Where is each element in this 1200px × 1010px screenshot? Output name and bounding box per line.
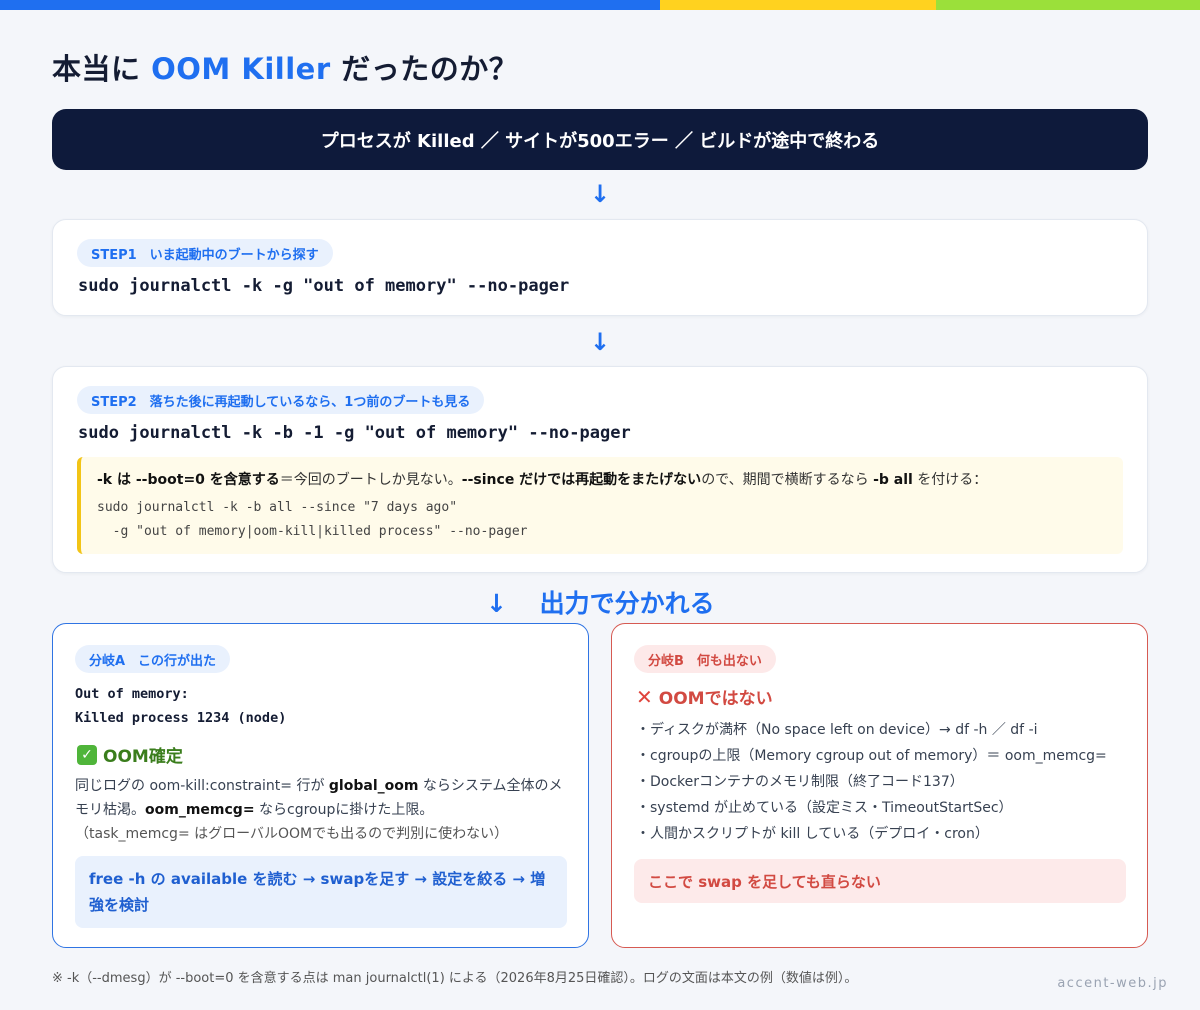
split-arrow: ↓ [486, 589, 507, 618]
step2-label: STEP2 落ちた後に再起動しているなら、1つ前のブートも見る [77, 386, 485, 414]
cause-item: ・人間かスクリプトが kill している（デプロイ・cron） [636, 826, 989, 842]
symptom-text: プロセスが Killed ／ サイトが500エラー ／ ビルドが途中で終わる [320, 130, 880, 152]
page-title: 本当に OOM Killer だったのか？ [52, 46, 518, 88]
title-accent: OOM Killer [151, 52, 331, 86]
boot-note: -k は --boot=0 を含意する＝今回のブートしか見ない。--since … [77, 457, 1123, 554]
cause-item: ・Dockerコンテナのメモリ制限（終了コード137） [636, 774, 964, 790]
cause-item: ・cgroupの上限（Memory cgroup out of memory）＝… [636, 748, 1107, 764]
footnote: ※ -k（--dmesg）が --boot=0 を含意する点は man jour… [52, 971, 858, 986]
step1-card: STEP1 いま起動中のブートから探す sudo journalctl -k -… [52, 219, 1148, 316]
flow-arrow-1: ↓ [590, 180, 611, 208]
cause-list: ・ディスクが満杯（No space left on device）→ df -h… [636, 717, 1107, 847]
brand-watermark: accent-web.jp [1057, 976, 1168, 991]
flow-arrow-2: ↓ [590, 328, 611, 356]
branch-a-heading: ✓ OOM確定 [77, 742, 183, 767]
branch-b-label: 分岐B 何も出ない [634, 645, 776, 673]
branch-a-output-line1: Out of memory: [75, 686, 189, 702]
top-bar-green [936, 0, 1200, 10]
note-code-line1: sudo journalctl -k -b all --since "7 day… [97, 500, 458, 515]
title-suffix: だったのか？ [330, 52, 519, 86]
step1-command: sudo journalctl -k -g "out of memory" --… [78, 276, 570, 296]
step1-label: STEP1 いま起動中のブートから探す [77, 239, 333, 267]
branch-a-action: free -h の available を読む → swapを足す → 設定を絞… [75, 856, 567, 928]
cause-item: ・systemd が止めている（設定ミス・TimeoutStartSec） [636, 800, 1013, 816]
branch-a-card: 分岐A この行が出た Out of memory: Killed process… [52, 623, 589, 948]
title-prefix: 本当に [52, 52, 152, 86]
branch-b-card: 分岐B 何も出ない ✕ OOMではない ・ディスクが満杯（No space le… [611, 623, 1148, 948]
check-icon: ✓ [77, 744, 97, 765]
split-heading: ↓ 出力で分かれる [486, 584, 715, 620]
branch-b-heading: ✕ OOMではない [636, 684, 773, 710]
branch-b-warning: ここで swap を足しても直らない [634, 859, 1126, 903]
x-icon: ✕ [636, 684, 653, 709]
branch-a-body: 同じログの oom-kill:constraint= 行が global_oom… [75, 778, 563, 842]
symptom-banner: プロセスが Killed ／ サイトが500エラー ／ ビルドが途中で終わる [52, 109, 1148, 170]
note-code-line2: -g "out of memory|oom-kill|killed proces… [97, 524, 528, 539]
top-bar-blue [0, 0, 660, 10]
step2-card: STEP2 落ちた後に再起動しているなら、1つ前のブートも見る sudo jou… [52, 366, 1148, 573]
branch-a-output-line2: Killed process 1234 (node) [75, 710, 287, 726]
boot-note-text: -k は --boot=0 を含意する＝今回のブートしか見ない。--since … [97, 472, 988, 488]
split-text: 出力で分かれる [539, 589, 715, 618]
step2-command: sudo journalctl -k -b -1 -g "out of memo… [78, 423, 631, 443]
branch-a-label: 分岐A この行が出た [75, 645, 231, 673]
top-color-bar [0, 0, 1200, 10]
top-bar-yellow [660, 0, 936, 10]
cause-item: ・ディスクが満杯（No space left on device）→ df -h… [636, 722, 1038, 738]
